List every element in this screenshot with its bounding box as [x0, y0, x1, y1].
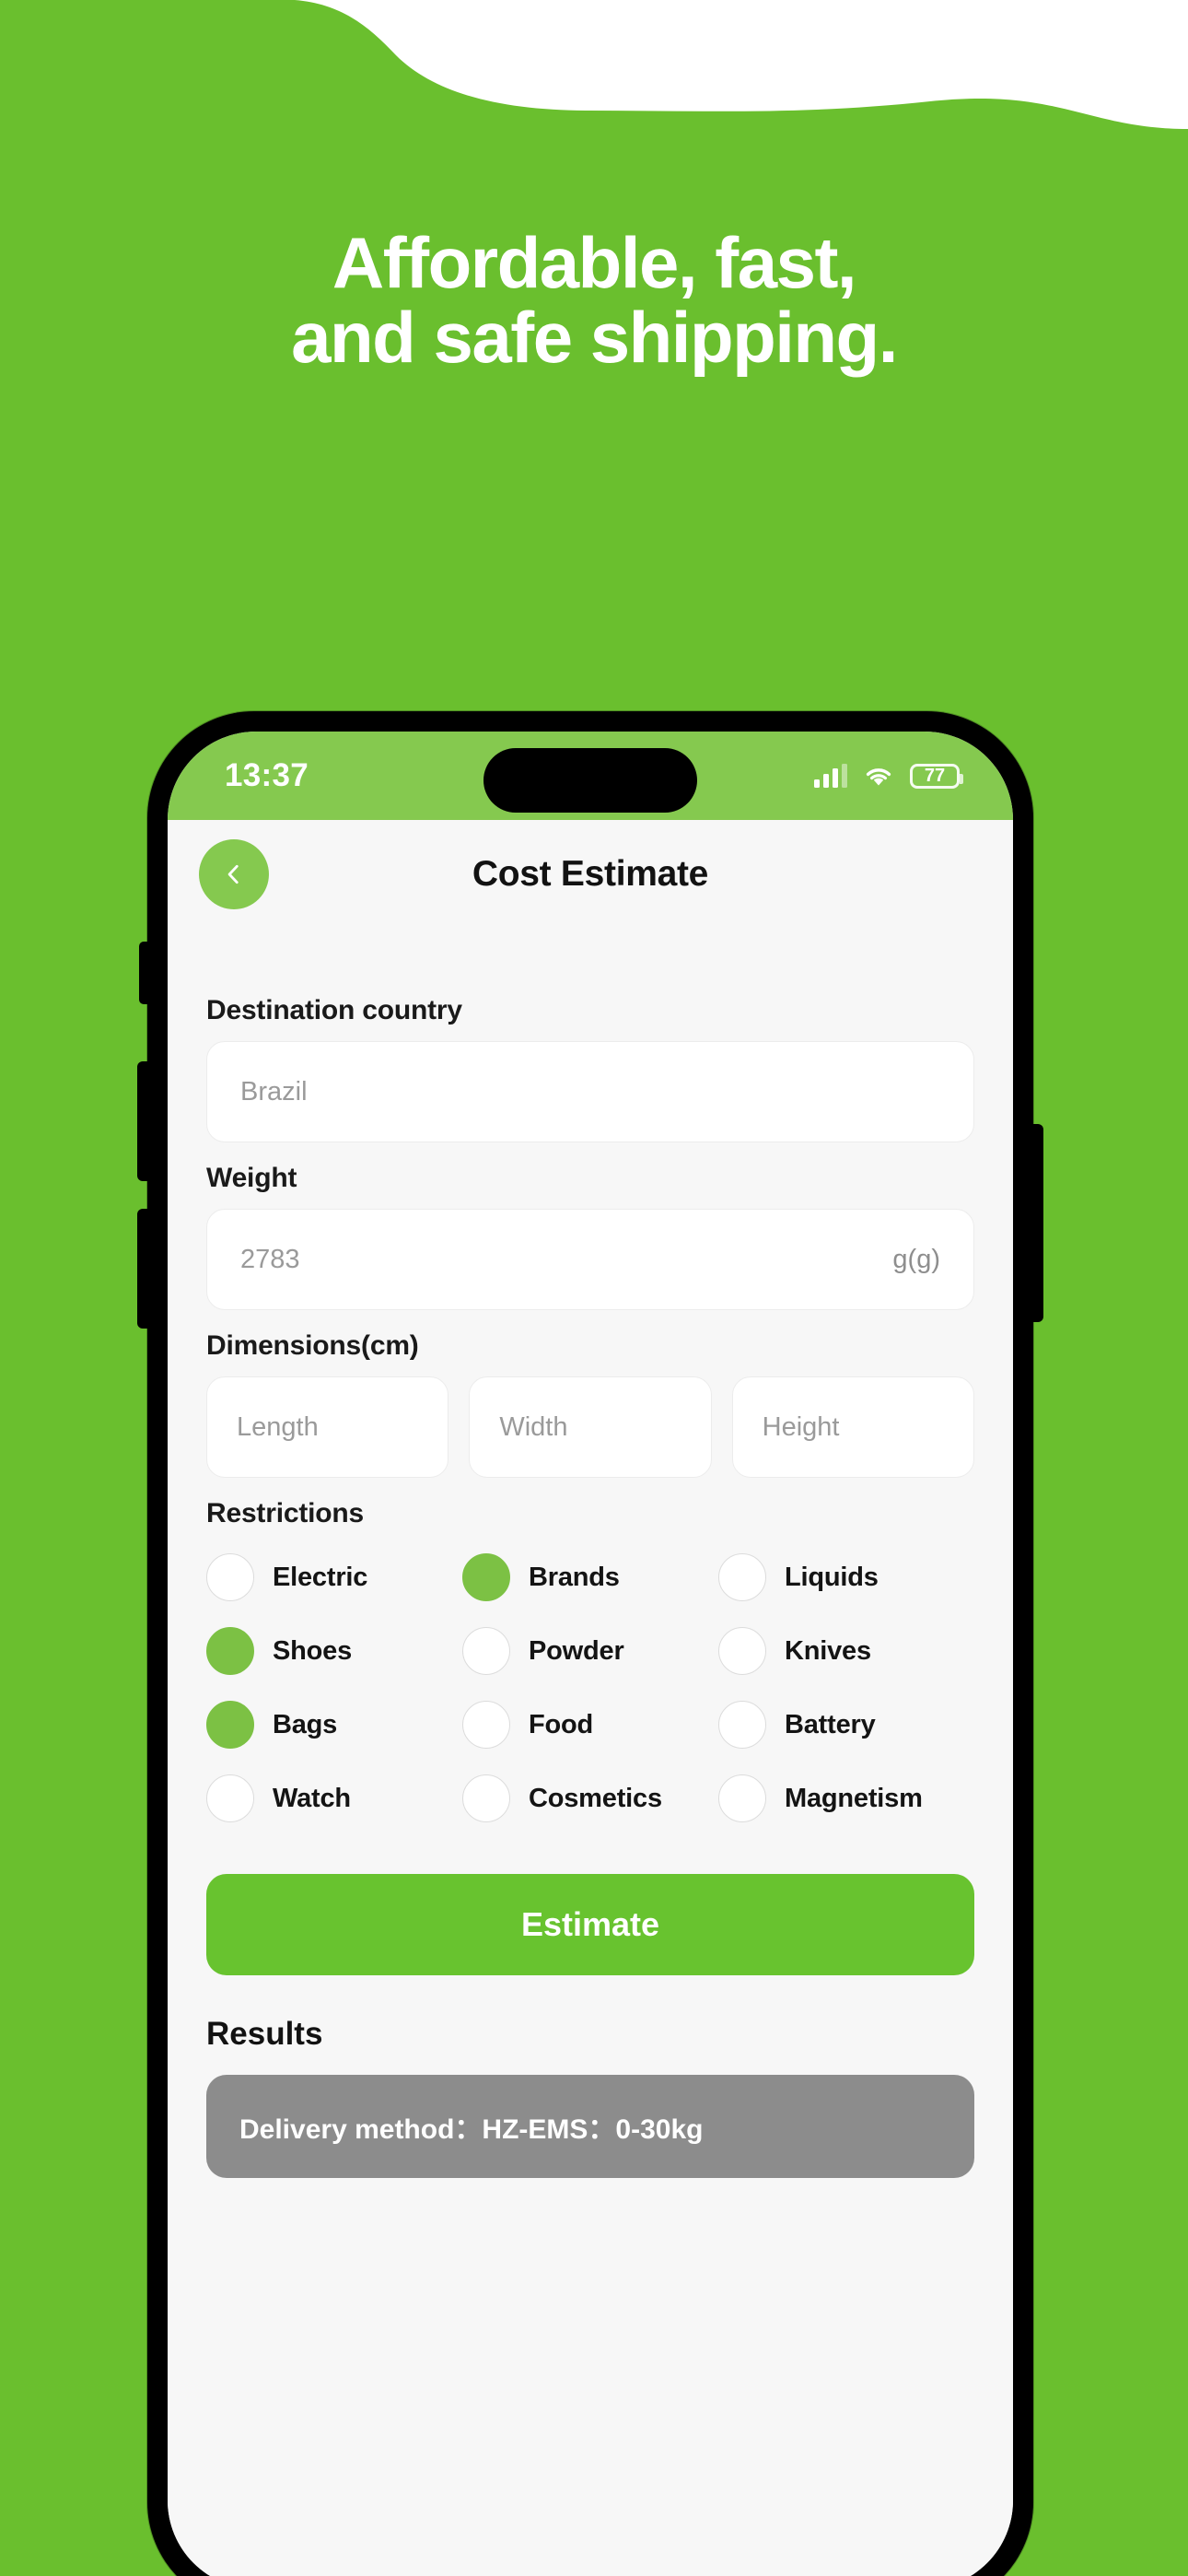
- headline-line-1: Affordable, fast,: [332, 222, 857, 303]
- estimate-button[interactable]: Estimate: [206, 1874, 974, 1975]
- cellular-bars-icon: [814, 764, 847, 788]
- unchecked-radio-icon: [718, 1627, 766, 1675]
- phone-mockup: 13:37 77 Cost Estimate Destination count…: [137, 711, 1043, 2576]
- promo-headline: Affordable, fast, and safe shipping.: [0, 222, 1188, 379]
- restriction-option-knives[interactable]: Knives: [718, 1627, 974, 1675]
- app-content: Cost Estimate Destination country Brazil…: [168, 820, 1013, 2576]
- wifi-icon: [866, 768, 891, 786]
- restriction-option-brands[interactable]: Brands: [462, 1553, 718, 1601]
- headline-line-2: and safe shipping.: [291, 297, 898, 379]
- results-card[interactable]: Delivery method：HZ-EMS：0-30kg: [206, 2075, 974, 2178]
- restrictions-grid: Electric Brands Liquids Shoes Powder Knives Ba…: [206, 1553, 974, 1822]
- results-title: Results: [206, 2016, 323, 2052]
- dimensions-row: Length Width Height: [206, 1376, 974, 1478]
- restriction-option-label: Knives: [785, 1635, 871, 1666]
- unchecked-radio-icon: [718, 1774, 766, 1822]
- volume-up-button[interactable]: [137, 1061, 149, 1181]
- restriction-option-label: Bags: [273, 1709, 338, 1739]
- weight-unit: g(g): [892, 1244, 940, 1274]
- checked-radio-icon: [206, 1627, 254, 1675]
- restriction-option-label: Watch: [273, 1783, 351, 1813]
- length-input[interactable]: Length: [206, 1376, 449, 1478]
- unchecked-radio-icon: [462, 1774, 510, 1822]
- weight-label: Weight: [206, 1163, 297, 1193]
- destination-country-field: Destination country Brazil: [206, 995, 974, 1142]
- volume-down-button[interactable]: [137, 1209, 149, 1329]
- estimate-form: Destination country Brazil Weight 2783 g…: [168, 995, 1013, 1822]
- restriction-option-powder[interactable]: Powder: [462, 1627, 718, 1675]
- unchecked-radio-icon: [718, 1553, 766, 1601]
- estimate-button-label: Estimate: [520, 1905, 660, 1943]
- chevron-left-icon: [227, 864, 239, 884]
- restriction-option-bags[interactable]: Bags: [206, 1701, 462, 1749]
- unchecked-radio-icon: [718, 1701, 766, 1749]
- status-bar-icons: 77: [814, 763, 963, 789]
- silent-switch-button[interactable]: [139, 942, 149, 1004]
- restriction-option-label: Electric: [273, 1562, 368, 1592]
- unchecked-radio-icon: [462, 1627, 510, 1675]
- restriction-option-cosmetics[interactable]: Cosmetics: [462, 1774, 718, 1822]
- width-placeholder: Width: [499, 1411, 568, 1442]
- status-bar-time: 13:37: [225, 757, 309, 793]
- unchecked-radio-icon: [462, 1701, 510, 1749]
- destination-country-input[interactable]: Brazil: [206, 1041, 974, 1142]
- destination-country-placeholder: Brazil: [240, 1076, 308, 1107]
- unchecked-radio-icon: [206, 1553, 254, 1601]
- restriction-option-food[interactable]: Food: [462, 1701, 718, 1749]
- restriction-option-label: Powder: [529, 1635, 624, 1666]
- unchecked-radio-icon: [206, 1774, 254, 1822]
- back-button[interactable]: [199, 839, 269, 909]
- restriction-option-label: Liquids: [785, 1562, 879, 1592]
- destination-country-label: Destination country: [206, 995, 462, 1025]
- restriction-option-label: Food: [529, 1709, 594, 1739]
- dynamic-island: [483, 748, 697, 813]
- restriction-option-magnetism[interactable]: Magnetism: [718, 1774, 974, 1822]
- dimensions-label: Dimensions(cm): [206, 1330, 419, 1361]
- restrictions-label: Restrictions: [206, 1498, 364, 1528]
- restrictions-field: Restrictions Electric Brands Liquids Shoes P…: [206, 1498, 974, 1822]
- weight-placeholder: 2783: [240, 1244, 300, 1274]
- page-title: Cost Estimate: [472, 854, 709, 894]
- height-placeholder: Height: [762, 1411, 840, 1442]
- power-button[interactable]: [1031, 1124, 1043, 1322]
- restriction-option-label: Magnetism: [785, 1783, 923, 1813]
- length-placeholder: Length: [237, 1411, 319, 1442]
- height-input[interactable]: Height: [731, 1376, 974, 1478]
- restriction-option-watch[interactable]: Watch: [206, 1774, 462, 1822]
- battery-percentage: 77: [924, 766, 946, 786]
- restriction-option-label: Cosmetics: [529, 1783, 662, 1813]
- delivery-method-line: Delivery method：HZ-EMS：0-30kg: [239, 2114, 704, 2145]
- restriction-option-shoes[interactable]: Shoes: [206, 1627, 462, 1675]
- restriction-option-label: Battery: [785, 1709, 876, 1739]
- restriction-option-battery[interactable]: Battery: [718, 1701, 974, 1749]
- results-section: Results Delivery method：HZ-EMS：0-30kg: [168, 2016, 1013, 2178]
- app-bar: Cost Estimate: [168, 820, 1013, 929]
- checked-radio-icon: [206, 1701, 254, 1749]
- restriction-option-liquids[interactable]: Liquids: [718, 1553, 974, 1601]
- weight-input[interactable]: 2783 g(g): [206, 1209, 974, 1310]
- battery-icon: 77: [910, 763, 963, 789]
- restriction-option-electric[interactable]: Electric: [206, 1553, 462, 1601]
- status-bar: 13:37 77: [168, 732, 1013, 820]
- restriction-option-label: Shoes: [273, 1635, 353, 1666]
- width-input[interactable]: Width: [469, 1376, 712, 1478]
- phone-screen: 13:37 77 Cost Estimate Destination count…: [168, 732, 1013, 2576]
- restriction-option-label: Brands: [529, 1562, 620, 1592]
- dimensions-field: Dimensions(cm) Length Width Height: [206, 1330, 974, 1478]
- checked-radio-icon: [462, 1553, 510, 1601]
- weight-field: Weight 2783 g(g): [206, 1163, 974, 1310]
- decorative-white-curve: [295, 0, 1188, 129]
